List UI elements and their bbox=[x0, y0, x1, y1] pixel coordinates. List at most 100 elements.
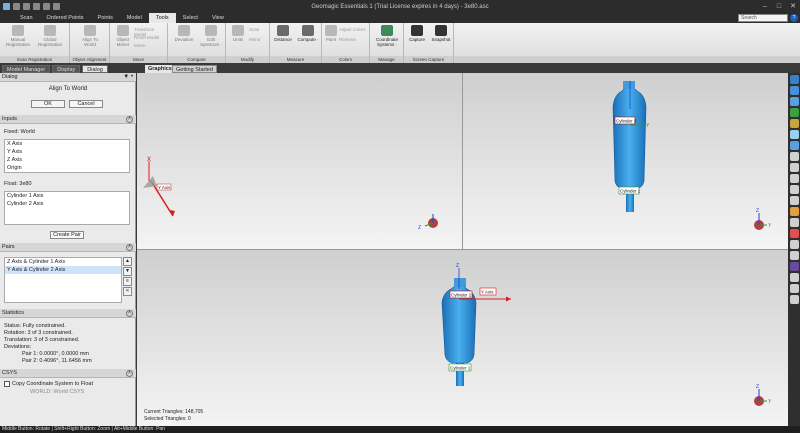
list-item[interactable]: Z Axis bbox=[5, 156, 129, 164]
group-label: Scan Registration bbox=[0, 56, 69, 63]
pin-icon[interactable]: ▼ • bbox=[123, 73, 133, 82]
delete-icon[interactable]: ✕ bbox=[123, 287, 132, 296]
list-item[interactable]: X Axis bbox=[5, 140, 129, 148]
fit-view-icon[interactable] bbox=[789, 75, 799, 84]
align-to-world-button[interactable]: Align To World bbox=[76, 25, 104, 47]
adjust-colors-button[interactable]: Adjust Colors bbox=[339, 27, 366, 32]
view-icon[interactable] bbox=[789, 229, 799, 238]
distance-button[interactable]: Distance bbox=[272, 25, 294, 42]
collapse-icon[interactable]: ˄ bbox=[126, 116, 133, 123]
view-icon[interactable] bbox=[789, 207, 799, 216]
view-icon[interactable] bbox=[789, 163, 799, 172]
view-icon[interactable] bbox=[789, 119, 799, 128]
capture-button[interactable]: Capture bbox=[406, 25, 428, 42]
tab-dialog[interactable]: Dialog bbox=[82, 65, 108, 73]
compute-button[interactable]: Compute · bbox=[296, 25, 320, 42]
part-top-cap bbox=[623, 81, 635, 89]
minimize-button[interactable]: – bbox=[758, 0, 772, 13]
tab-select[interactable]: Select bbox=[176, 13, 205, 23]
deviation-button[interactable]: Deviation bbox=[171, 25, 197, 42]
list-item[interactable]: Z Axis & Cylinder 1 Axis bbox=[5, 258, 121, 266]
maximize-button[interactable]: □ bbox=[772, 0, 786, 13]
snapshot-button[interactable]: Snapshot bbox=[429, 25, 453, 42]
view-icon[interactable] bbox=[789, 262, 799, 271]
view-icon[interactable] bbox=[789, 218, 799, 227]
graphics-viewport[interactable]: X Y Axis Z Y Cylinder 2 Cylinder 1 Z Y Z… bbox=[137, 73, 788, 426]
group-scan-registration: Manual Registration Global Registration … bbox=[0, 23, 70, 63]
view-icon[interactable] bbox=[789, 284, 799, 293]
mirror-button[interactable]: Mirror bbox=[249, 37, 261, 42]
cancel-button[interactable]: Cancel bbox=[69, 100, 103, 108]
group-colors: Paint Adjust Colors Remove Colors bbox=[322, 23, 370, 63]
fixed-list[interactable]: X Axis Y Axis Z Axis Origin bbox=[4, 139, 130, 173]
ok-button[interactable]: OK bbox=[31, 100, 65, 108]
view-icon[interactable] bbox=[789, 240, 799, 249]
panel-tab-row: Model Manager Display Dialog bbox=[0, 63, 800, 73]
manual-registration-icon bbox=[12, 25, 24, 36]
collapse-icon[interactable]: ˄ bbox=[126, 370, 133, 377]
list-item[interactable]: Origin bbox=[5, 164, 129, 172]
view-icon[interactable] bbox=[789, 295, 799, 304]
global-registration-icon bbox=[44, 25, 56, 36]
view-icon[interactable] bbox=[789, 273, 799, 282]
tab-display[interactable]: Display bbox=[52, 65, 81, 73]
statistics-section-header: Statistics ˄ bbox=[0, 309, 136, 318]
move-menu-button[interactable]: Move · bbox=[134, 43, 148, 48]
object-mover-button[interactable]: Object Mover bbox=[113, 25, 133, 47]
tab-getting-started[interactable]: Getting Started bbox=[172, 65, 217, 73]
view-icon[interactable] bbox=[789, 196, 799, 205]
pairs-list[interactable]: Z Axis & Cylinder 1 Axis Y Axis & Cylind… bbox=[4, 257, 122, 303]
distance-icon bbox=[277, 25, 289, 36]
y-axis-tag-label: Y Axis bbox=[158, 185, 171, 190]
edit-spectrum-button[interactable]: Edit Spectrum · bbox=[197, 25, 225, 47]
scan-modify-button[interactable]: Scan bbox=[249, 27, 259, 32]
calculator-icon bbox=[302, 25, 314, 36]
paint-icon bbox=[325, 25, 337, 36]
global-registration-button[interactable]: Global Registration bbox=[36, 25, 64, 47]
move-up-icon[interactable]: ▲ bbox=[123, 257, 132, 266]
tab-points[interactable]: Points bbox=[91, 13, 120, 23]
tab-model[interactable]: Model bbox=[120, 13, 149, 23]
view-icon[interactable] bbox=[789, 108, 799, 117]
view-icon[interactable] bbox=[789, 86, 799, 95]
help-icon[interactable]: ? bbox=[790, 14, 798, 22]
tab-tools[interactable]: Tools bbox=[148, 13, 176, 23]
paint-button[interactable]: Paint bbox=[324, 25, 338, 42]
view-top-left[interactable] bbox=[137, 73, 462, 249]
tab-model-manager[interactable]: Model Manager bbox=[2, 65, 51, 73]
copy-csys-checkbox[interactable] bbox=[4, 381, 10, 387]
reset-model-button[interactable]: Reset Model bbox=[134, 35, 159, 40]
float-list[interactable]: Cylinder 1 Axis Cylinder 2 Axis bbox=[4, 191, 130, 225]
view-icon[interactable] bbox=[789, 251, 799, 260]
list-item[interactable]: Y Axis bbox=[5, 148, 129, 156]
inputs-section-header: Inputs ˄ bbox=[0, 115, 136, 124]
create-pair-button[interactable]: Create Pair bbox=[50, 231, 84, 239]
tab-view[interactable]: View bbox=[205, 13, 231, 23]
coordinate-systems-button[interactable]: Coordinate Systems · bbox=[372, 25, 402, 47]
list-item[interactable]: Cylinder 1 Axis bbox=[5, 192, 129, 200]
manual-registration-button[interactable]: Manual Registration bbox=[4, 25, 32, 47]
collapse-icon[interactable]: ˄ bbox=[126, 244, 133, 251]
search-input[interactable]: Search bbox=[738, 14, 788, 22]
view-icon[interactable] bbox=[789, 97, 799, 106]
remove-colors-button[interactable]: Remove bbox=[339, 37, 356, 42]
collapse-icon[interactable]: ˄ bbox=[126, 310, 133, 317]
view-icon[interactable] bbox=[789, 130, 799, 139]
close-button[interactable]: ✕ bbox=[786, 0, 800, 13]
tab-ordered-points[interactable]: Ordered Points bbox=[40, 13, 91, 23]
list-item[interactable]: Cylinder 2 Axis bbox=[5, 200, 129, 208]
edit-icon[interactable]: ≡ bbox=[123, 277, 132, 286]
view-icon[interactable] bbox=[789, 174, 799, 183]
group-label: Screen Capture bbox=[404, 56, 453, 63]
tab-scan[interactable]: Scan bbox=[13, 13, 40, 23]
units-button[interactable]: Units bbox=[228, 25, 248, 42]
csys-section-header: CSYS ˄ bbox=[0, 369, 136, 378]
group-label: Object Alignment bbox=[70, 56, 109, 63]
list-item[interactable]: Y Axis & Cylinder 2 Axis bbox=[5, 266, 121, 274]
view-icon[interactable] bbox=[789, 185, 799, 194]
move-down-icon[interactable]: ▼ bbox=[123, 267, 132, 276]
view-icon[interactable] bbox=[789, 141, 799, 150]
fixed-label: Fixed: World bbox=[4, 129, 35, 135]
view-icon[interactable] bbox=[789, 152, 799, 161]
tab-graphics[interactable]: Graphics bbox=[145, 65, 175, 73]
